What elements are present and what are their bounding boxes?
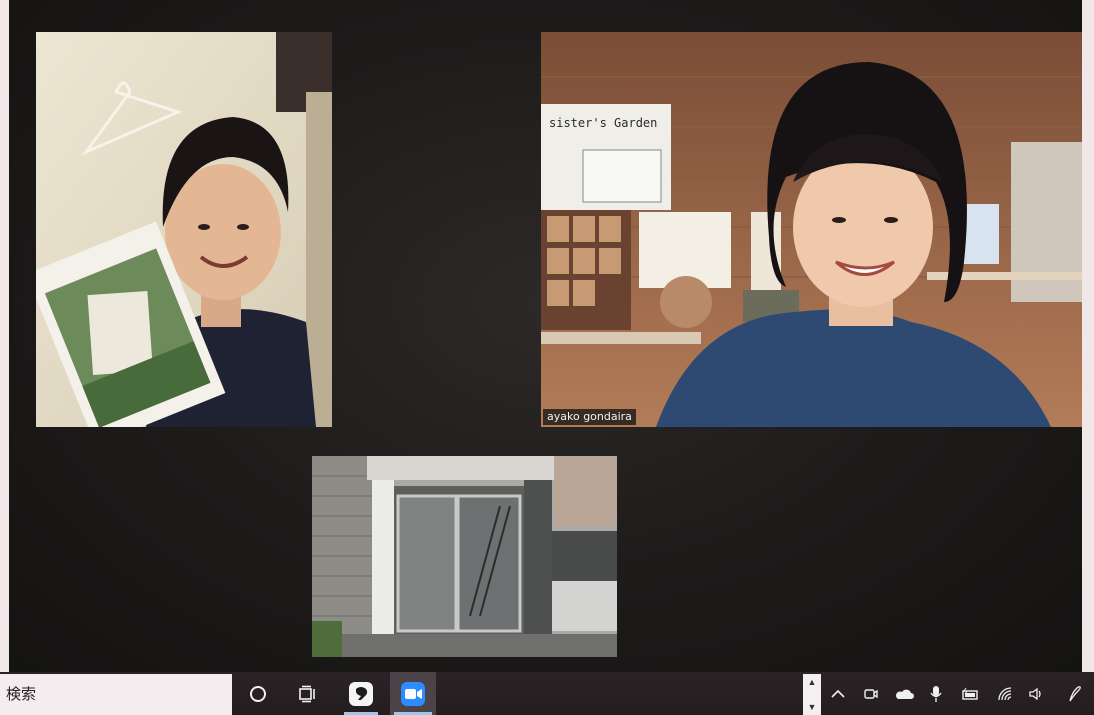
- volume-icon: [1029, 687, 1041, 700]
- network-button[interactable]: [990, 672, 1020, 715]
- scroll-up-icon[interactable]: ▲: [808, 677, 817, 687]
- participant-video-right[interactable]: sister's Garden ayako gondaira: [541, 32, 1082, 427]
- task-view-icon: [299, 685, 315, 702]
- chat-app-button[interactable]: [340, 672, 382, 715]
- meeting-video-area: sister's Garden ayako gondaira: [9, 0, 1082, 672]
- participant-video-bottom[interactable]: [312, 456, 617, 657]
- chat-app-icon: [349, 681, 373, 706]
- participant-bottom-scene: [312, 456, 617, 657]
- cortana-button[interactable]: [237, 672, 279, 715]
- participant-right-scene: sister's Garden: [541, 32, 1082, 427]
- meet-now-icon: [864, 688, 878, 699]
- task-view-button[interactable]: [287, 672, 329, 715]
- onedrive-icon: [895, 689, 914, 699]
- participant-video-left[interactable]: [36, 32, 332, 427]
- zoom-app-icon: [401, 681, 425, 706]
- garden-sign-text: sister's Garden: [549, 116, 657, 130]
- show-hidden-icons-button[interactable]: [823, 672, 853, 715]
- participant-left-scene: [36, 32, 332, 427]
- taskbar-search-box[interactable]: 検索: [0, 674, 232, 715]
- microphone-icon: [930, 685, 942, 702]
- battery-button[interactable]: [955, 672, 985, 715]
- tray-scroll-control[interactable]: ▲ ▼: [803, 674, 821, 715]
- participant-name-tag: ayako gondaira: [543, 409, 636, 425]
- wifi-icon: [998, 686, 1012, 700]
- onedrive-button[interactable]: [889, 672, 919, 715]
- window-edge: [1082, 0, 1094, 672]
- pen-icon: [1069, 685, 1081, 701]
- taskbar: 検索 ▲ ▼: [0, 672, 1094, 715]
- zoom-app-button[interactable]: [390, 672, 436, 715]
- meet-now-button[interactable]: [856, 672, 886, 715]
- pen-workspace-button[interactable]: [1060, 672, 1090, 715]
- cortana-icon: [250, 685, 266, 702]
- chevron-up-icon: [831, 689, 845, 698]
- scroll-down-icon[interactable]: ▼: [808, 702, 817, 712]
- microphone-button[interactable]: [921, 672, 951, 715]
- volume-button[interactable]: [1021, 672, 1051, 715]
- battery-icon: [962, 687, 978, 700]
